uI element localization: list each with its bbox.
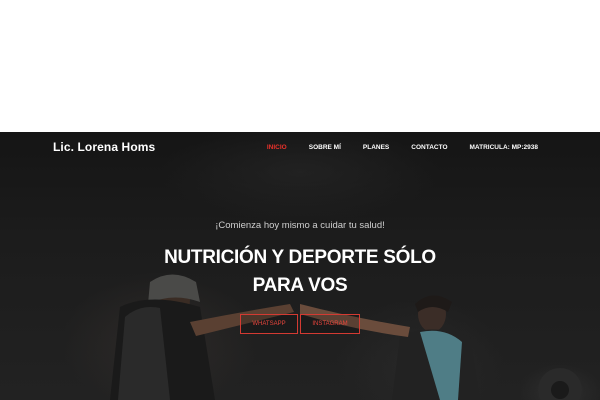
hero-headline-line-2: PARA VOS <box>252 275 348 296</box>
hero-headline-line-1: NUTRICIÓN Y DEPORTE SÓLO <box>164 247 436 268</box>
site-hero-section: Lic. Lorena Homs INICIO SOBRE MÍ PLANES … <box>0 132 600 400</box>
blank-area <box>0 0 600 132</box>
brand-logo[interactable]: Lic. Lorena Homs <box>53 140 155 154</box>
hero-headline: NUTRICIÓN Y DEPORTE SÓLO PARA VOS <box>0 244 600 300</box>
nav-item-sobre-mi[interactable]: SOBRE MÍ <box>309 144 341 151</box>
nav-item-planes[interactable]: PLANES <box>363 144 389 151</box>
hero-tagline: ¡Comienza hoy mismo a cuidar tu salud! <box>215 220 385 231</box>
whatsapp-button[interactable]: WHATSAPP <box>240 314 298 334</box>
nav-item-contacto[interactable]: CONTACTO <box>411 144 447 151</box>
hero-cta-row: WHATSAPP INSTAGRAM <box>240 314 360 334</box>
nav-item-inicio[interactable]: INICIO <box>267 144 287 151</box>
instagram-button[interactable]: INSTAGRAM <box>300 314 360 334</box>
nav-item-matricula[interactable]: MATRICULA: MP:2938 <box>470 144 539 151</box>
navbar: Lic. Lorena Homs INICIO SOBRE MÍ PLANES … <box>0 132 600 164</box>
nav-menu: INICIO SOBRE MÍ PLANES CONTACTO MATRICUL… <box>267 144 538 151</box>
page: Lic. Lorena Homs INICIO SOBRE MÍ PLANES … <box>0 0 600 400</box>
hero-content: ¡Comienza hoy mismo a cuidar tu salud! N… <box>0 132 600 400</box>
